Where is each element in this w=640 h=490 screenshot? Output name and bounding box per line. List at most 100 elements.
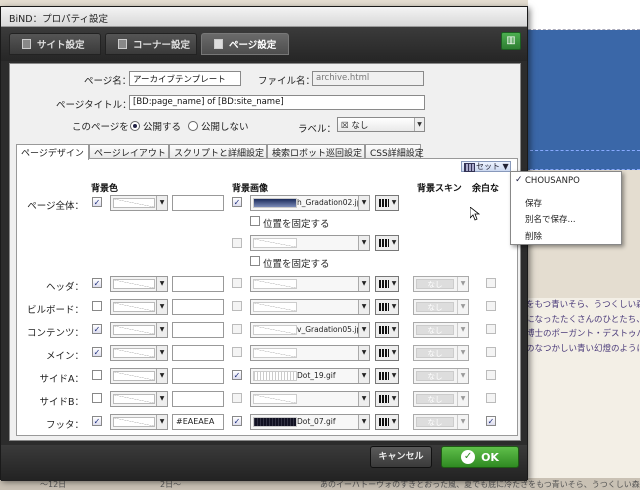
row-color-checkbox[interactable]: ✓ bbox=[92, 278, 102, 288]
publish-on-label: 公開する bbox=[143, 122, 182, 133]
image-select[interactable]: v_Gradation05.jpg ▼ bbox=[250, 322, 370, 338]
image-select[interactable]: ▼ bbox=[250, 391, 370, 407]
row-image2-checkbox[interactable] bbox=[232, 238, 242, 248]
row-color-checkbox[interactable] bbox=[92, 370, 102, 380]
tab-page-layout[interactable]: ページレイアウト bbox=[89, 144, 169, 159]
row-color-checkbox[interactable]: ✓ bbox=[92, 416, 102, 426]
image-grid-icon[interactable]: ▼ bbox=[375, 299, 399, 315]
color-value-input[interactable]: #EAEAEA bbox=[172, 414, 224, 430]
image2-select[interactable]: ▼ bbox=[250, 235, 370, 251]
row-label: サイドA： bbox=[39, 374, 85, 385]
color-value-input[interactable] bbox=[172, 322, 224, 338]
tab-page-design[interactable]: ページデザイン bbox=[16, 144, 89, 160]
fix-position2-checkbox[interactable] bbox=[250, 256, 260, 266]
skin-select[interactable]: なし ▼ bbox=[413, 322, 469, 338]
page-name-input[interactable]: アーカイブテンプレート bbox=[129, 71, 241, 86]
row-label: フッタ： bbox=[45, 420, 84, 431]
label-select-value: ☒ なし bbox=[341, 121, 369, 131]
color-swatch-select[interactable]: ▼ bbox=[110, 195, 168, 211]
tab-label: サイト設定 bbox=[37, 40, 85, 51]
row-color-checkbox[interactable]: ✓ bbox=[92, 347, 102, 357]
color-value-input[interactable] bbox=[172, 299, 224, 315]
row-image-checkbox[interactable]: ✓ bbox=[232, 416, 242, 426]
row-color-checkbox[interactable] bbox=[92, 393, 102, 403]
image-grid-icon[interactable]: ▼ bbox=[375, 195, 399, 211]
image-select[interactable]: Dot_07.gif ▼ bbox=[250, 414, 370, 430]
row-image-checkbox[interactable] bbox=[232, 393, 242, 403]
tab-site-settings[interactable]: サイト設定 bbox=[9, 33, 101, 55]
window-layout-icon[interactable]: ▥ bbox=[501, 32, 521, 50]
menu-item-save[interactable]: 保存 bbox=[525, 197, 542, 209]
color-value-input[interactable] bbox=[172, 195, 224, 211]
cancel-button[interactable]: キャンセル bbox=[370, 446, 432, 468]
row-image-checkbox[interactable] bbox=[232, 324, 242, 334]
row-image-checkbox[interactable]: ✓ bbox=[232, 197, 242, 207]
color-swatch-select[interactable]: ▼ bbox=[110, 391, 168, 407]
image-select[interactable]: ▼ bbox=[250, 345, 370, 361]
skin-select[interactable]: なし ▼ bbox=[413, 299, 469, 315]
image-select[interactable]: h_Gradation02.jpg ▼ bbox=[250, 195, 370, 211]
row-color-checkbox[interactable] bbox=[92, 301, 102, 311]
margin-checkbox[interactable] bbox=[486, 393, 496, 403]
image-grid-icon[interactable]: ▼ bbox=[375, 345, 399, 361]
row-image-checkbox[interactable]: ✓ bbox=[232, 370, 242, 380]
menu-item-chousanpo[interactable]: CHOUSANPO bbox=[525, 176, 580, 186]
background-line: をもつ青いそら、うつくしい森で bbox=[526, 300, 640, 310]
image-grid-icon[interactable]: ▼ bbox=[375, 414, 399, 430]
row-color-checkbox[interactable]: ✓ bbox=[92, 324, 102, 334]
row-image-checkbox[interactable] bbox=[232, 278, 242, 288]
tab-corner-settings[interactable]: コーナー設定 bbox=[105, 33, 197, 55]
skin-select[interactable]: なし ▼ bbox=[413, 391, 469, 407]
publish-on-radio[interactable]: 公開する bbox=[130, 119, 181, 133]
margin-checkbox[interactable] bbox=[486, 324, 496, 334]
skin-select[interactable]: なし ▼ bbox=[413, 345, 469, 361]
title-bar[interactable]: BiND：プロパティ設定 bbox=[1, 7, 527, 27]
image-grid-icon[interactable]: ▼ bbox=[375, 276, 399, 292]
ok-button[interactable]: ✓ OK bbox=[441, 446, 519, 468]
margin-checkbox[interactable] bbox=[486, 278, 496, 288]
image-grid-icon[interactable]: ▼ bbox=[375, 368, 399, 384]
set-button[interactable]: セット ▼ bbox=[461, 161, 511, 172]
publish-off-radio[interactable]: 公開しない bbox=[188, 119, 249, 133]
color-value-input[interactable] bbox=[172, 276, 224, 292]
skin-select[interactable]: なし ▼ bbox=[413, 414, 469, 430]
margin-checkbox[interactable] bbox=[486, 301, 496, 311]
skin-select[interactable]: なし ▼ bbox=[413, 368, 469, 384]
label-select[interactable]: ☒ なし ▼ bbox=[337, 117, 425, 132]
tab-page-settings[interactable]: ページ設定 bbox=[201, 33, 289, 55]
image-grid-icon[interactable]: ▼ bbox=[375, 391, 399, 407]
color-swatch-select[interactable]: ▼ bbox=[110, 299, 168, 315]
image-select[interactable]: Dot_19.gif ▼ bbox=[250, 368, 370, 384]
color-swatch-select[interactable]: ▼ bbox=[110, 276, 168, 292]
file-name-input[interactable]: archive.html bbox=[312, 71, 424, 86]
image-select[interactable]: ▼ bbox=[250, 276, 370, 292]
row-color-checkbox[interactable]: ✓ bbox=[92, 197, 102, 207]
menu-item-delete[interactable]: 削除 bbox=[525, 230, 542, 242]
tab-css-settings[interactable]: CSS詳細設定 bbox=[365, 144, 424, 159]
image-select[interactable]: ▼ bbox=[250, 299, 370, 315]
color-swatch-select[interactable]: ▼ bbox=[110, 345, 168, 361]
menu-item-save-as[interactable]: 別名で保存... bbox=[525, 213, 576, 225]
page-title-label: ページタイトル： bbox=[56, 100, 132, 111]
color-value-input[interactable] bbox=[172, 391, 224, 407]
image2-grid-icon[interactable]: ▼ bbox=[375, 235, 399, 251]
fix-position-checkbox[interactable] bbox=[250, 216, 260, 226]
fix-position-label: 位置を固定する bbox=[263, 219, 330, 230]
color-value-input[interactable] bbox=[172, 368, 224, 384]
row-image-checkbox[interactable] bbox=[232, 347, 242, 357]
tab-script-settings[interactable]: スクリプトと詳細設定 bbox=[169, 144, 267, 159]
color-value-input[interactable] bbox=[172, 345, 224, 361]
color-swatch-select[interactable]: ▼ bbox=[110, 414, 168, 430]
tab-robot-settings[interactable]: 検索ロボット巡回設定 bbox=[267, 144, 365, 159]
margin-checkbox[interactable] bbox=[486, 347, 496, 357]
margin-checkbox[interactable]: ✓ bbox=[486, 416, 496, 426]
publish-label: このページを bbox=[72, 122, 129, 133]
margin-checkbox[interactable] bbox=[486, 370, 496, 380]
page-title-input[interactable]: [BD:page_name] of [BD:site_name] bbox=[129, 95, 425, 110]
row-image-checkbox[interactable] bbox=[232, 301, 242, 311]
image-grid-icon[interactable]: ▼ bbox=[375, 322, 399, 338]
color-swatch-select[interactable]: ▼ bbox=[110, 322, 168, 338]
site-settings-icon bbox=[22, 39, 31, 49]
color-swatch-select[interactable]: ▼ bbox=[110, 368, 168, 384]
skin-select[interactable]: なし ▼ bbox=[413, 276, 469, 292]
